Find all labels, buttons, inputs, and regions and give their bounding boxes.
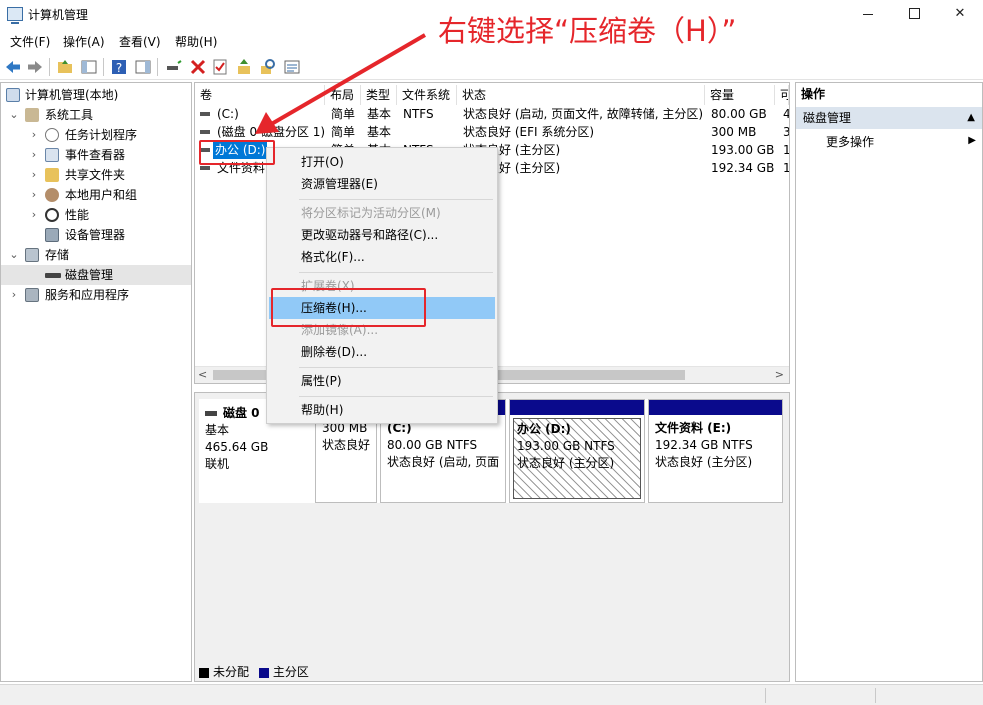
annotation-text: 右键选择“压缩卷（H）” xyxy=(438,14,737,48)
annotation-arrow-icon xyxy=(255,33,427,134)
